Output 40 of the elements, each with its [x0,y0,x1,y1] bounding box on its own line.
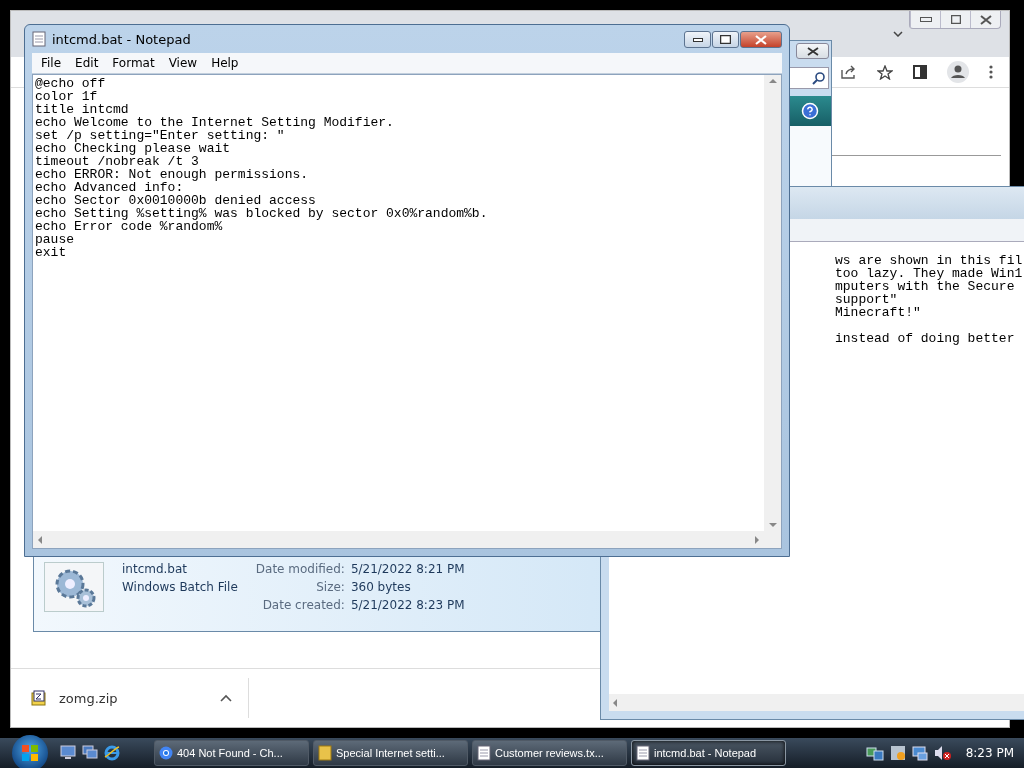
taskbar-item[interactable]: Special Internet setti... [313,740,468,766]
code-line: timeout /nobreak /t 3 [35,155,200,168]
detail-value: 5/21/2022 8:23 PM [350,598,465,613]
text-line: too lazy. They made Win1 [835,267,1024,280]
menu-item[interactable]: View [162,56,204,70]
detail-value: 5/21/2022 8:21 PM [350,562,465,577]
menu-item[interactable]: Edit [69,56,105,70]
detail-label: Date modified: [255,562,345,577]
code-line: color 1f [35,90,99,103]
code-line: exit [35,246,67,259]
file-type: Windows Batch File [122,580,238,595]
code-line: echo Advanced info: [35,181,184,194]
text-line: mputers with the Secure [835,280,1016,293]
menu-item[interactable]: File [35,56,68,70]
taskbar-item[interactable]: intcmd.bat - Notepad [631,740,786,766]
menu-item[interactable]: Format [106,56,161,70]
text-line: instead of doing better [835,332,1016,345]
file-name: intcmd.bat [122,562,189,577]
detail-label: Date created: [261,598,345,613]
code-line: echo ERROR: Not enough permissions. [35,168,310,181]
text-line: support" [835,293,898,306]
code-line: echo Sector 0x0010000b denied access [35,194,317,207]
code-line: echo Error code %random% [35,220,224,233]
code-line: @echo off [35,77,107,90]
detail-value: 360 bytes [350,580,412,595]
code-line: echo Welcome to the Internet Setting Modifier. [35,116,395,129]
taskbar-item[interactable]: Customer reviews.tx... [472,740,627,766]
code-line: set /p setting="Enter setting: " [35,129,285,142]
text-line: Minecraft!" [835,306,922,319]
window-title: intcmd.bat - Notepad [52,31,192,47]
code-line: title intcmd [35,103,130,116]
detail-label: Size: [315,580,345,595]
code-line: echo Checking please wait [35,142,231,155]
taskbar-item[interactable]: 404 Not Found - Ch... [154,740,309,766]
menu-item[interactable]: Help [205,56,245,70]
download-item[interactable]: zomg.zip [31,678,249,718]
code-line: pause [35,233,75,246]
text-line: ws are shown in this fil [835,254,1024,267]
clock[interactable]: 8:23 PM [965,746,1014,760]
code-line: echo Setting %setting% was blocked by sector 0x0%random%b. [35,207,489,220]
